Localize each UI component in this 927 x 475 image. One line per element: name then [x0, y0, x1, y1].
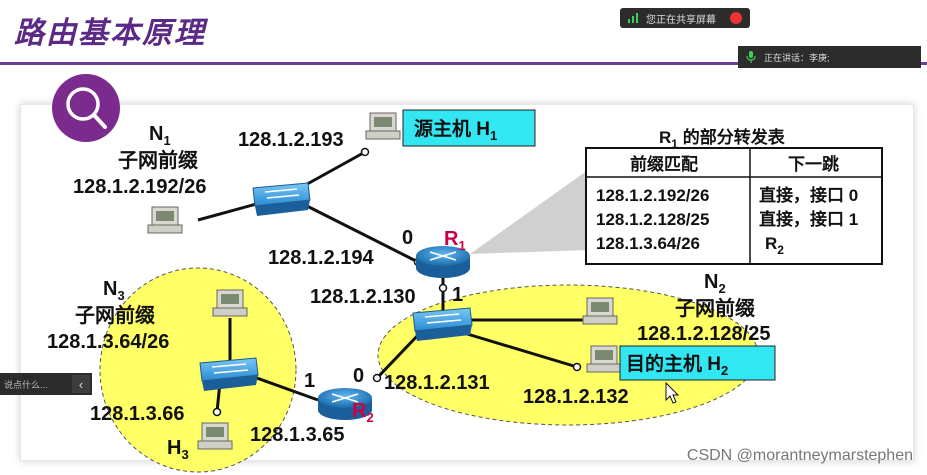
ip-r1-if1: 128.1.2.130 — [310, 286, 416, 308]
computer-n2 — [582, 297, 618, 325]
watermark: CSDN @morantneymarstephen — [686, 447, 913, 464]
computer-h1 — [365, 112, 401, 140]
svg-text:N3: N3 — [103, 278, 125, 303]
interface-r2-0: 0 — [353, 365, 364, 387]
table-row3-prefix: 128.1.3.64/26 — [596, 234, 700, 253]
ip-h1: 128.1.2.193 — [238, 129, 344, 151]
interface-r2-1: 1 — [304, 370, 315, 392]
dest-host-label: 目的主机 H2 — [626, 352, 728, 378]
interface-r1-0: 0 — [402, 227, 413, 249]
ip-r1-if0: 128.1.2.194 — [268, 247, 375, 269]
interface-r1-1: 1 — [452, 284, 463, 306]
router-r1-label: R1 — [444, 228, 466, 253]
chat-input-bar[interactable]: 说点什么... ‹ — [0, 373, 92, 395]
svg-text:子网前缀: 子网前缀 — [675, 296, 756, 320]
network-diagram: 源主机 H1 目的主机 H2 N1 子网前缀 128.1.2.192/26 N2… — [47, 74, 883, 473]
search-icon — [52, 74, 120, 142]
table-row1-prefix: 128.1.2.192/26 — [596, 186, 709, 205]
table-callout — [470, 170, 588, 254]
computer-n3-top — [212, 289, 248, 317]
chat-placeholder[interactable]: 说点什么... — [4, 378, 48, 391]
computer-n1 — [147, 206, 183, 234]
switch-n1 — [252, 182, 311, 216]
table-row1-nexthop: 直接，接口 0 — [759, 185, 858, 205]
source-host-label: 源主机 H1 — [414, 117, 497, 143]
computer-h3 — [197, 422, 233, 450]
ip-h2: 128.1.2.132 — [523, 386, 629, 408]
computer-h2 — [586, 345, 622, 373]
svg-text:子网前缀: 子网前缀 — [75, 303, 156, 327]
svg-text:N1: N1 — [149, 123, 171, 148]
ip-h3: 128.1.3.66 — [90, 403, 185, 425]
svg-text:128.1.2.192/26: 128.1.2.192/26 — [73, 176, 206, 198]
ip-r2-if1: 128.1.3.65 — [250, 424, 345, 446]
svg-text:128.1.2.128/25: 128.1.2.128/25 — [637, 323, 770, 345]
table-row2-prefix: 128.1.2.128/25 — [596, 210, 709, 229]
svg-text:子网前缀: 子网前缀 — [118, 148, 199, 172]
ip-r2-if0: 128.1.2.131 — [384, 372, 490, 394]
table-header-prefix: 前缀匹配 — [630, 154, 698, 174]
svg-text:128.1.3.64/26: 128.1.3.64/26 — [47, 331, 169, 353]
forwarding-table: R1 的部分转发表 前缀匹配 下一跳 128.1.2.192/26 直接，接口 … — [585, 127, 883, 265]
table-row2-nexthop: 直接，接口 1 — [759, 209, 858, 229]
chat-collapse-button[interactable]: ‹ — [72, 375, 90, 393]
table-header-nexthop: 下一跳 — [788, 154, 839, 174]
svg-text:N2: N2 — [704, 271, 726, 296]
